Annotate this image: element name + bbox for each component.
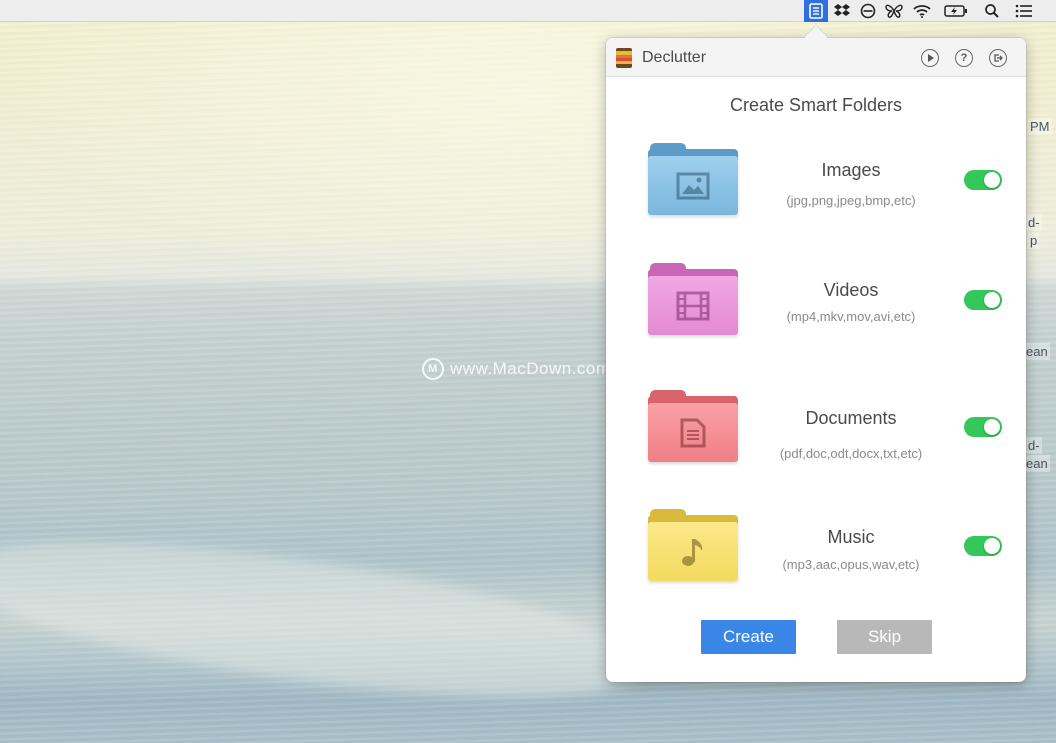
- section-title: Create Smart Folders: [729, 95, 903, 115]
- declutter-popover: Declutter ? Create Smart Folders Images …: [606, 25, 1026, 682]
- documents-toggle[interactable]: [964, 417, 1002, 437]
- app-logo-icon: [616, 48, 632, 68]
- images-toggle[interactable]: [964, 170, 1002, 190]
- videos-toggle[interactable]: [964, 290, 1002, 310]
- watermark: M www.MacDown.com: [422, 358, 611, 380]
- category-name: Music: [827, 527, 875, 547]
- watermark-text: www.MacDown.com: [450, 359, 611, 378]
- wifi-icon[interactable]: [910, 0, 934, 22]
- category-name: Documents: [805, 408, 897, 428]
- music-folder-icon: [648, 509, 738, 581]
- music-toggle[interactable]: [964, 536, 1002, 556]
- spotlight-search-icon[interactable]: [980, 0, 1004, 22]
- dropbox-icon[interactable]: [830, 0, 854, 22]
- do-not-disturb-icon[interactable]: [856, 0, 880, 22]
- watermark-logo-icon: M: [422, 358, 444, 380]
- category-extensions: (pdf,doc,odt,docx,txt,etc): [779, 446, 923, 461]
- wave-highlight: [0, 511, 655, 729]
- category-row-videos: Videos (mp4,mkv,mov,avi,etc): [606, 263, 1026, 353]
- skip-button[interactable]: Skip: [837, 620, 932, 654]
- video-folder-icon: [648, 263, 738, 335]
- app-title: Declutter: [642, 49, 707, 66]
- desktop-file-label[interactable]: d-: [1026, 214, 1042, 231]
- category-row-images: Images (jpg,png,jpeg,bmp,etc): [606, 143, 1026, 233]
- image-folder-icon: [648, 143, 738, 215]
- popover-header: Declutter ?: [606, 38, 1026, 77]
- desktop-file-label[interactable]: ean: [1024, 343, 1050, 360]
- category-extensions: (jpg,png,jpeg,bmp,etc): [786, 193, 916, 208]
- desktop-file-label[interactable]: d-: [1026, 437, 1042, 454]
- category-extensions: (mp3,aac,opus,wav,etc): [782, 557, 920, 572]
- category-row-documents: Documents (pdf,doc,odt,docx,txt,etc): [606, 390, 1026, 480]
- document-folder-icon: [648, 390, 738, 462]
- desktop-file-label[interactable]: PM: [1028, 118, 1052, 135]
- category-row-music: Music (mp3,aac,opus,wav,etc): [606, 509, 1026, 599]
- battery-charging-icon[interactable]: [944, 0, 968, 22]
- help-icon[interactable]: ?: [955, 49, 973, 67]
- desktop-file-label[interactable]: ean: [1024, 455, 1050, 472]
- notification-center-icon[interactable]: [1012, 0, 1036, 22]
- create-button[interactable]: Create: [701, 620, 796, 654]
- play-icon[interactable]: [921, 49, 939, 67]
- category-extensions: (mp4,mkv,mov,avi,etc): [786, 309, 916, 324]
- category-name: Images: [821, 160, 881, 180]
- menu-bar: [0, 0, 1056, 22]
- butterfly-icon[interactable]: [882, 0, 906, 22]
- exit-icon[interactable]: [989, 49, 1007, 67]
- category-name: Videos: [823, 280, 879, 300]
- desktop-file-label[interactable]: p: [1028, 232, 1040, 249]
- declutter-icon[interactable]: [804, 0, 828, 22]
